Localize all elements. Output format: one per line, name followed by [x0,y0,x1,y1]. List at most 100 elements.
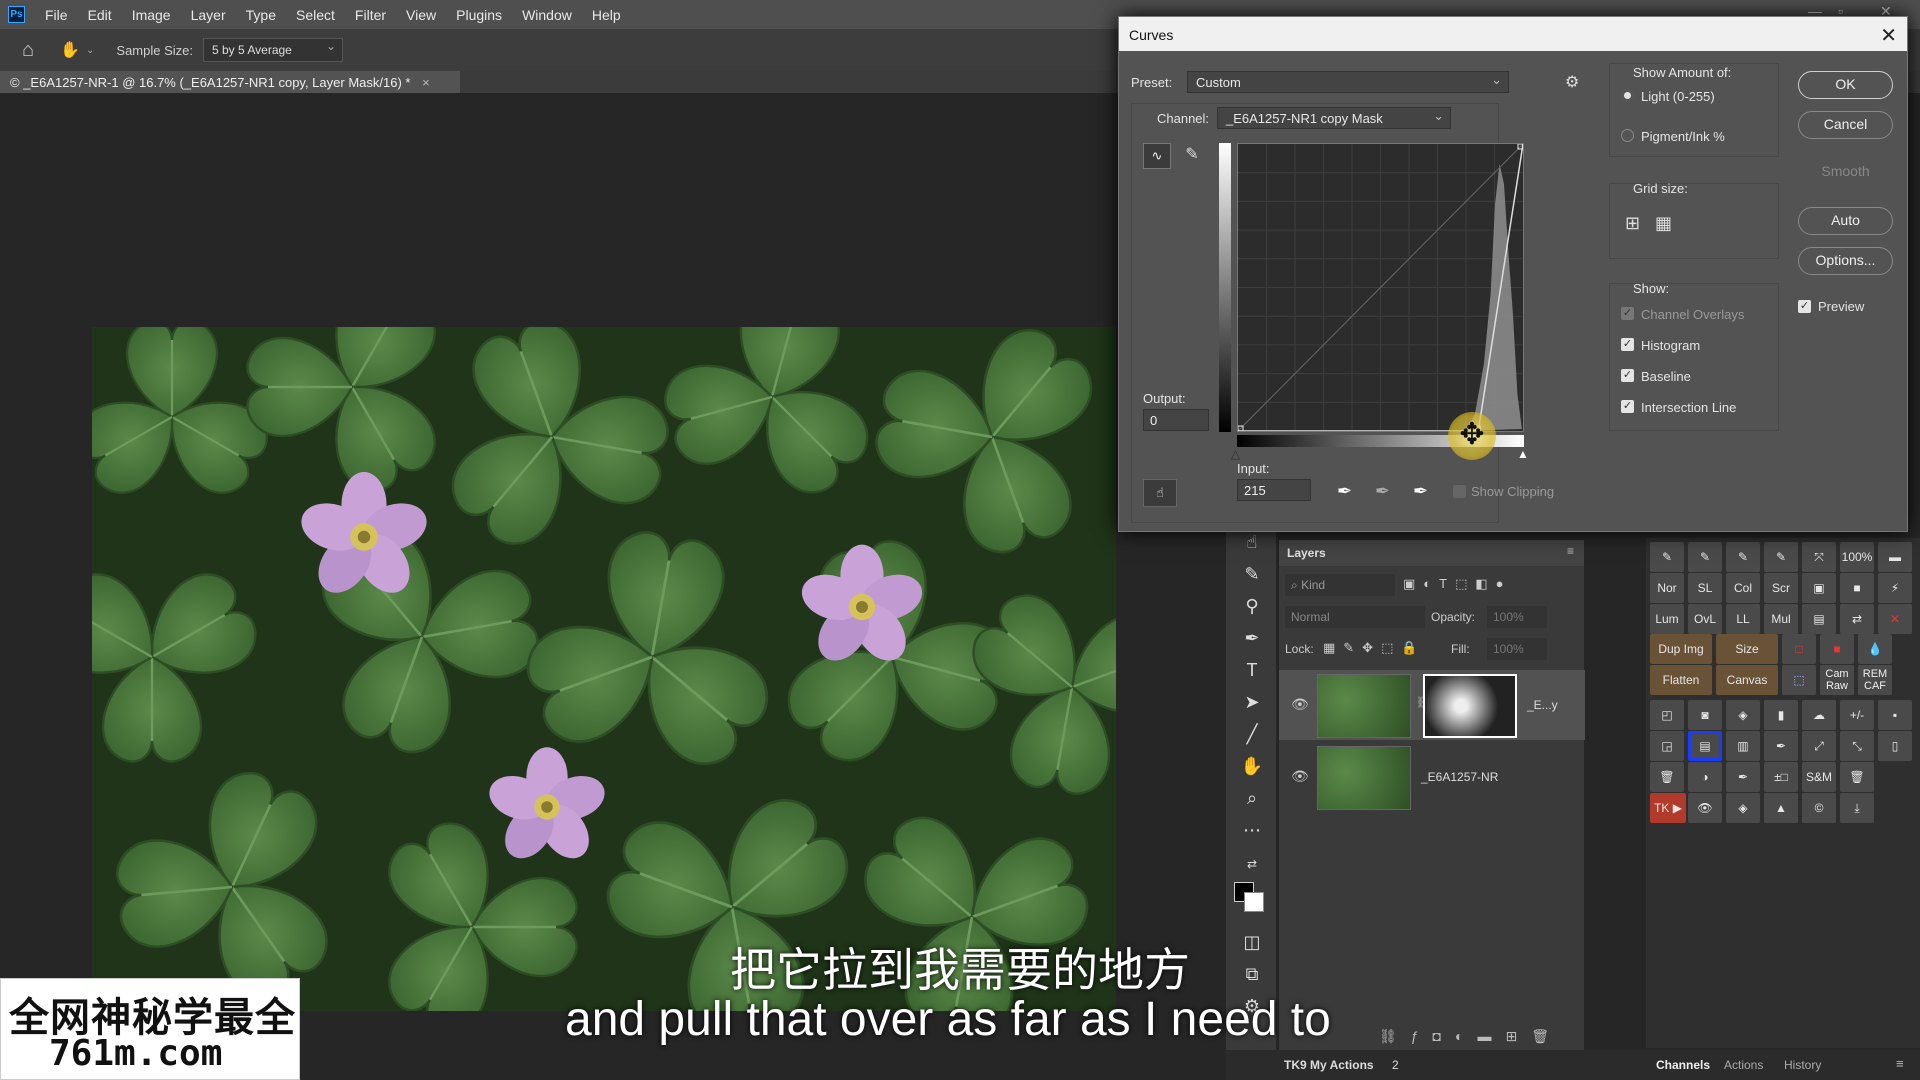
zoom-100-button[interactable]: 100% [1840,542,1874,572]
zoom-tool-icon[interactable]: ⌕ [1240,786,1264,810]
simple-grid-icon[interactable]: ⊞ [1625,213,1640,234]
white-eyedropper-icon[interactable]: ✒ [1413,481,1428,502]
sm-button[interactable]: S&M [1802,762,1836,792]
drop-icon[interactable]: 💧 [1858,634,1892,664]
screen-mode-icon[interactable]: ⧉ [1240,962,1264,986]
screen-blend-button[interactable]: Scr [1764,573,1798,603]
brush-icon[interactable]: ✎ [1688,542,1722,572]
plus-minus-button[interactable]: +/- [1840,700,1874,730]
visibility-eye-icon[interactable]: 👁 [1291,696,1309,713]
tab-channels[interactable]: Channels [1656,1058,1710,1072]
baseline-checkbox[interactable]: ✓ [1621,369,1634,382]
menu-file[interactable]: File [35,7,78,23]
chevron-down-icon[interactable]: ⌄ [86,45,94,56]
menu-plugins[interactable]: Plugins [446,7,512,23]
curve-graph[interactable] [1237,143,1524,432]
triangle-icon[interactable]: ▲ [1764,793,1798,823]
visibility-eye-icon[interactable]: 👁 [1291,768,1309,785]
frame-icon[interactable]: ▯ [1878,731,1912,761]
swap-icon[interactable]: ⇄ [1840,604,1874,634]
layer-name[interactable]: _E...y [1527,698,1558,712]
black-point-slider-icon[interactable]: △ [1231,447,1240,461]
rem-caf-button[interactable]: REM CAF [1858,665,1892,695]
red-square-icon[interactable]: ■ [1820,634,1854,664]
menu-select[interactable]: Select [286,7,345,23]
smudge-tool-icon[interactable]: ☝ [1240,530,1264,554]
menu-filter[interactable]: Filter [345,7,396,23]
white-point-slider-icon[interactable]: ▲ [1517,447,1529,461]
light-radio[interactable] [1621,89,1634,102]
toggle-icon[interactable]: ◑ [1688,762,1722,792]
show-clipping-checkbox[interactable] [1453,485,1466,498]
lock-icons[interactable]: ▦✎✥⬚🔒 [1323,640,1426,656]
brush-gray-icon[interactable]: ✎ [1764,542,1798,572]
preview-checkbox[interactable]: ✓ [1798,300,1811,313]
menu-help[interactable]: Help [582,7,631,23]
layer-row-copy[interactable]: 👁 ⛓ _E...y [1279,670,1585,740]
new-document-icon[interactable]: ▤ [1688,731,1722,761]
flatten-button[interactable]: Flatten [1650,665,1712,695]
layer-filter-icons[interactable]: ▣◐T⬚◧● [1403,576,1512,592]
eye-icon[interactable]: 👁 [1688,793,1722,823]
trash-icon[interactable]: 🗑 [1650,762,1684,792]
overlay-button[interactable]: OvL [1688,604,1722,634]
canvas-area[interactable] [0,93,1220,1080]
home-icon[interactable]: ⌂ [22,39,34,62]
intersection-line-checkbox[interactable]: ✓ [1621,400,1634,413]
layer-row-base[interactable]: 👁 _E6A1257-NR [1279,742,1585,812]
bucket-icon[interactable]: ▪ [1878,700,1912,730]
layer-thumbnail[interactable] [1317,746,1411,810]
eyedropper-tool-icon[interactable]: ✋ [60,40,80,60]
red-outline-square-icon[interactable]: □ [1782,634,1816,664]
tk-play-button[interactable]: TK ▶ [1650,793,1686,823]
trash-icon[interactable]: 🗑 [1840,762,1874,792]
preset-select[interactable]: Custom [1187,71,1509,93]
options-button[interactable]: Options... [1798,247,1893,275]
layer-mask-thumbnail[interactable] [1423,674,1517,738]
gear-icon[interactable]: ⚙ [1565,72,1579,92]
layer-thumbnail[interactable] [1317,674,1411,738]
dup-img-button[interactable]: Dup Img [1650,634,1712,664]
type-tool-icon[interactable]: T [1240,658,1264,682]
normal-blend-button[interactable]: Nor [1650,573,1684,603]
panel-icon[interactable]: ▥ [1726,731,1760,761]
size-button[interactable]: Size [1716,634,1778,664]
dialog-titlebar[interactable]: Curves ✕ [1119,17,1907,51]
curve-graph-svg[interactable] [1237,143,1524,432]
opacity-field[interactable]: 100% [1487,606,1547,628]
pen-icon[interactable]: ✒ [1764,731,1798,761]
hand-tool-icon[interactable]: ✋ [1240,754,1264,778]
clover-photo[interactable] [92,327,1116,1011]
menu-image[interactable]: Image [122,7,181,23]
pen-tool-icon[interactable]: ✒ [1240,626,1264,650]
shape-icon[interactable]: ◈ [1726,700,1760,730]
marquee-icon[interactable]: ⬚ [1782,665,1816,695]
line-tool-icon[interactable]: ╱ [1240,722,1264,746]
close-icon[interactable]: ✕ [1880,23,1897,48]
linear-light-button[interactable]: LL [1726,604,1760,634]
color-blend-button[interactable]: Col [1726,573,1760,603]
quick-mask-icon[interactable]: ◫ [1240,930,1264,954]
smooth-button[interactable]: Smooth [1798,159,1893,187]
lightning-icon[interactable]: ⚡ [1878,573,1912,603]
luminosity-button[interactable]: Lum [1650,604,1684,634]
black-eyedropper-icon[interactable]: ✒ [1337,481,1352,502]
calculator-icon[interactable]: ▤ [1802,604,1836,634]
dodge-tool-icon[interactable]: ⚲ [1240,594,1264,618]
layer-kind-filter[interactable]: ⌕ Kind [1285,574,1395,596]
channel-select[interactable]: _E6A1257-NR1 copy Mask [1217,107,1451,129]
download-icon[interactable]: ⤓ [1840,793,1874,823]
fill-field[interactable]: 100% [1487,638,1547,660]
pigment-radio[interactable] [1621,129,1634,142]
gray-eyedropper-icon[interactable]: ✒ [1375,481,1390,502]
layers-footer-icons[interactable]: ⛓ƒ◘◐▬⊞🗑 [1379,1028,1563,1045]
cancel-button[interactable]: Cancel [1798,111,1893,139]
mask-icon[interactable]: ■ [1840,573,1874,603]
document-tab[interactable]: © _E6A1257-NR-1 @ 16.7% (_E6A1257-NR1 co… [0,71,460,93]
layer-name[interactable]: _E6A1257-NR [1421,770,1498,784]
layers-icon[interactable]: ◈ [1726,793,1760,823]
menu-layer[interactable]: Layer [181,7,236,23]
pencil-tool-icon[interactable]: ✎ [1179,143,1205,169]
tab-history[interactable]: History [1784,1058,1821,1072]
auto-button[interactable]: Auto [1798,207,1893,235]
